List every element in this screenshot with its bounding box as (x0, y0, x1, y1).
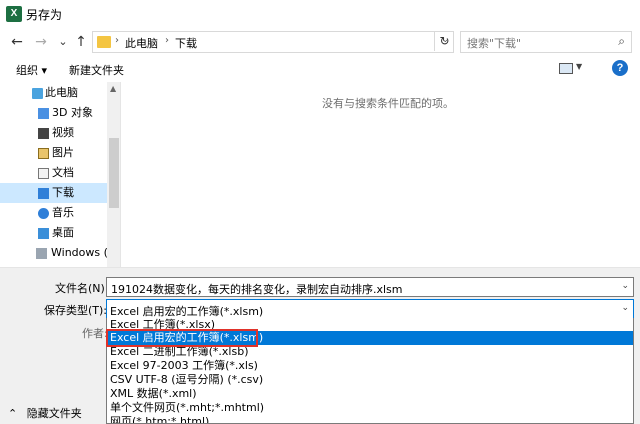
navigation-pane: 此电脑 3D 对象 视频 图片 文档 下载 音乐 桌面 Windows (C ▲ (0, 82, 121, 267)
title-bar: X 另存为 (0, 0, 640, 28)
search-input[interactable]: 搜索"下载" ⌕ (460, 31, 632, 53)
filetype-option[interactable]: 网页(*.htm;*.html) (107, 415, 633, 423)
tree-item-this-pc[interactable]: 此电脑 (0, 83, 107, 103)
search-icon[interactable]: ⌕ (618, 34, 625, 49)
tree-item-downloads[interactable]: 下载 (0, 183, 107, 203)
tree-item-documents[interactable]: 文档 (0, 163, 107, 183)
filetype-option[interactable]: Excel 二进制工作簿(*.xlsb) (107, 345, 633, 359)
tree-item-label: 桌面 (52, 226, 74, 239)
videos-icon (38, 128, 49, 139)
search-placeholder: 搜索"下载" (467, 37, 522, 50)
filename-label: 文件名(N): (55, 282, 109, 295)
breadcrumb-separator[interactable]: › (165, 35, 169, 46)
new-folder-button[interactable]: 新建文件夹 (69, 62, 124, 78)
view-icon (559, 63, 573, 74)
hide-folders-button[interactable]: ⌃ 隐藏文件夹 (8, 405, 82, 421)
tree-item-label: 音乐 (52, 206, 74, 219)
chevron-down-icon: ▼ (576, 62, 583, 71)
3d-objects-icon (38, 108, 49, 119)
scrollbar-thumb[interactable] (109, 138, 119, 208)
annotation-highlight-box (106, 329, 258, 347)
nav-pane-scrollbar[interactable]: ▲ (107, 82, 120, 267)
filetype-option[interactable]: CSV UTF-8 (逗号分隔) (*.csv) (107, 373, 633, 387)
tree-item-3d-objects[interactable]: 3D 对象 (0, 103, 107, 123)
tree-item-pictures[interactable]: 图片 (0, 143, 107, 163)
tree-item-label: 视频 (52, 126, 74, 139)
chevron-down-icon[interactable]: ⌄ (621, 281, 629, 291)
filename-field[interactable]: 191024数据变化，每天的排名变化，录制宏自动排序.xlsm ⌄ (106, 277, 634, 297)
tree-item-videos[interactable]: 视频 (0, 123, 107, 143)
chevron-down-icon[interactable]: ⌄ (621, 303, 629, 313)
tree-item-label: 此电脑 (45, 86, 78, 99)
breadcrumb-this-pc[interactable]: 此电脑 (125, 35, 158, 51)
computer-icon (32, 88, 43, 99)
address-bar[interactable]: › 此电脑 › 下载 ⌄ (92, 31, 454, 53)
organize-button[interactable]: 组织 ▾ (16, 62, 47, 78)
music-icon (38, 208, 49, 219)
empty-message: 没有与搜索条件匹配的项。 (322, 97, 454, 110)
back-arrow-icon[interactable]: ← (8, 32, 26, 52)
file-list[interactable]: 没有与搜索条件匹配的项。 (122, 82, 640, 267)
folder-icon (97, 36, 111, 48)
filetype-select[interactable]: Excel 启用宏的工作簿(*.xlsm) ⌄ (106, 299, 634, 319)
chevron-up-icon: ⌃ (8, 407, 18, 420)
documents-icon (38, 168, 49, 179)
pictures-icon (38, 148, 49, 159)
command-toolbar: 组织 ▾ 新建文件夹 ▼ ? (0, 56, 640, 82)
breadcrumb-downloads[interactable]: 下载 (175, 35, 197, 51)
up-arrow-icon[interactable]: ↑ (72, 32, 90, 52)
filetype-option[interactable]: 单个文件网页(*.mht;*.mhtml) (107, 401, 633, 415)
tree-item-windows-drive[interactable]: Windows (C (0, 243, 107, 263)
navigation-bar: ← → ⌄ ↑ › 此电脑 › 下载 ⌄ ↻ 搜索"下载" ⌕ (0, 28, 640, 56)
refresh-icon[interactable]: ↻ (434, 31, 454, 51)
drive-icon (36, 248, 47, 259)
downloads-icon (38, 188, 49, 199)
author-label: 作者: (82, 327, 108, 340)
window-title: 另存为 (26, 8, 63, 22)
tree-item-label: Windows (C (51, 246, 107, 259)
tree-item-label: 文档 (52, 166, 74, 179)
filename-value: 191024数据变化，每天的排名变化，录制宏自动排序.xlsm (111, 283, 403, 296)
view-options-button[interactable]: ▼ (559, 62, 585, 76)
filetype-label: 保存类型(T): (44, 304, 108, 317)
excel-icon: X (6, 6, 22, 22)
hide-folders-label: 隐藏文件夹 (26, 407, 82, 420)
filetype-option[interactable]: Excel 97-2003 工作簿(*.xls) (107, 359, 633, 373)
filetype-option[interactable]: XML 数据(*.xml) (107, 387, 633, 401)
breadcrumb-separator[interactable]: › (115, 35, 119, 46)
forward-arrow-icon[interactable]: → (32, 32, 50, 52)
recent-locations-chevron-icon[interactable]: ⌄ (54, 32, 72, 52)
help-icon[interactable]: ? (612, 60, 628, 76)
tree-item-label: 下载 (52, 186, 74, 199)
filetype-value: Excel 启用宏的工作簿(*.xlsm) (110, 305, 264, 318)
tree-item-desktop[interactable]: 桌面 (0, 223, 107, 243)
desktop-icon (38, 228, 49, 239)
tree-item-label: 图片 (52, 146, 74, 159)
tree-item-label: 3D 对象 (52, 106, 93, 119)
tree-item-music[interactable]: 音乐 (0, 203, 107, 223)
scroll-up-icon[interactable]: ▲ (110, 84, 116, 93)
